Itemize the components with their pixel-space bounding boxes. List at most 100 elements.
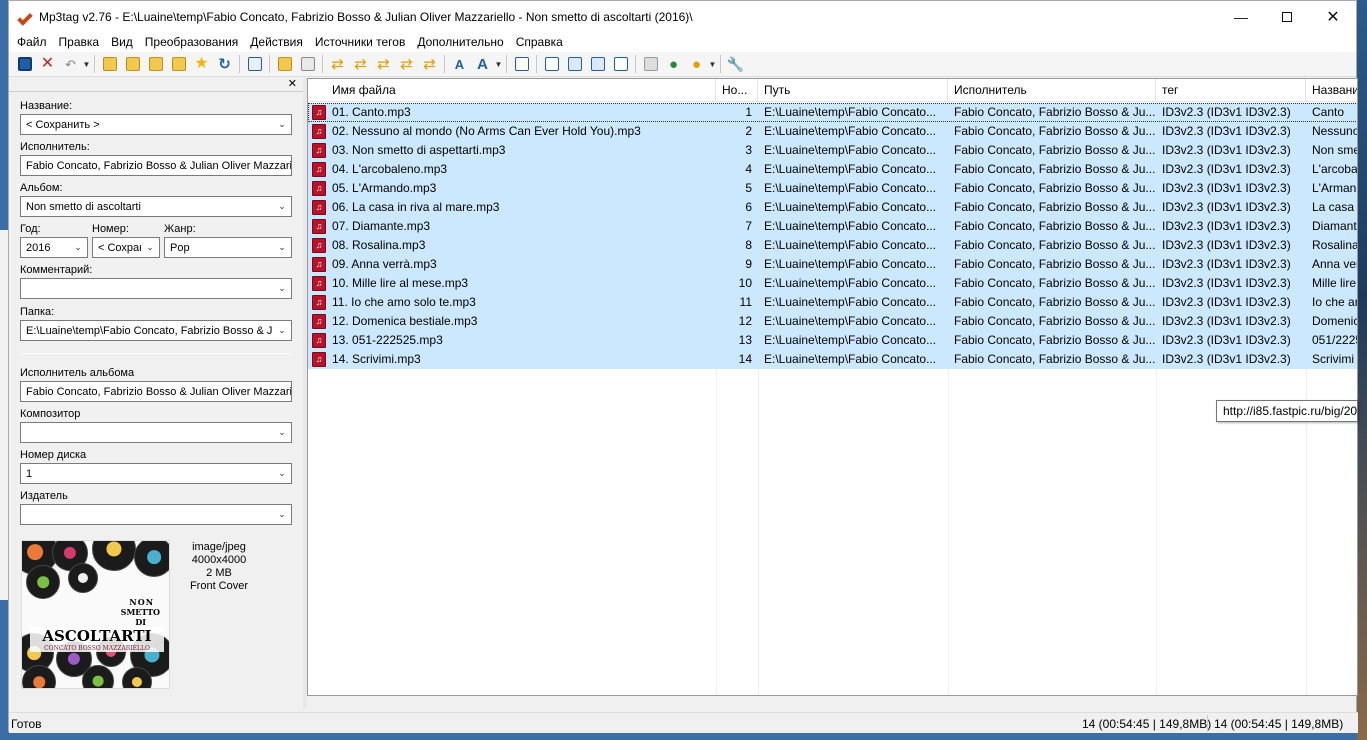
title-field[interactable]: < Сохранить > ⌄ (20, 114, 292, 135)
chevron-down-icon[interactable]: ⌄ (273, 505, 291, 524)
year-value: 2016 (26, 241, 51, 254)
chevron-down-icon[interactable]: ⌄ (141, 238, 159, 257)
chevron-down-icon[interactable]: ⌄ (273, 321, 291, 340)
panel-close-icon[interactable]: ✕ (288, 77, 297, 90)
menu-tag-sources[interactable]: Источники тегов (309, 32, 411, 52)
composer-field[interactable]: ⌄ (20, 422, 292, 443)
artist-field[interactable]: Fabio Concato, Fabrizio Bosso & Julian O… (20, 155, 292, 176)
column-track[interactable]: Но... (716, 79, 758, 102)
publisher-field[interactable]: ⌄ (20, 504, 292, 525)
genre-field[interactable]: Pop ⌄ (164, 237, 292, 258)
table-row[interactable]: ♫ 06. La casa in riva al mare.mp3 6 E:\Luai… (308, 198, 1357, 217)
menu-edit[interactable]: Правка (53, 32, 106, 52)
table-row[interactable]: ♫ 14. Scrivimi.mp3 14 E:\Luaine\temp\Fabio … (308, 350, 1357, 369)
web-source-button[interactable]: ● (662, 53, 685, 75)
extended-tags-button[interactable] (510, 53, 533, 75)
paste-tag-button[interactable] (296, 53, 319, 75)
remove-tag-button[interactable]: ✕ (36, 53, 59, 75)
export-button[interactable] (540, 53, 563, 75)
menu-extra[interactable]: Дополнительно (411, 32, 509, 52)
cell-filename: 08. Rosalina.mp3 (332, 238, 426, 252)
tag-tag-button[interactable]: ⇄ (418, 53, 441, 75)
save-button[interactable] (13, 53, 36, 75)
tag-source-button[interactable] (639, 53, 662, 75)
filename-tag-button[interactable]: ⇄ (349, 53, 372, 75)
chevron-down-icon[interactable]: ⌄ (273, 197, 291, 216)
undo-button[interactable]: ↶ (59, 53, 82, 75)
comment-field[interactable]: ⌄ (20, 278, 292, 299)
table-row[interactable]: ♫ 03. Non smetto di aspettarti.mp3 3 E:\Lua… (308, 141, 1357, 160)
menu-view[interactable]: Вид (105, 32, 139, 52)
folder-field[interactable]: E:\Luaine\temp\Fabio Concato, Fabrizio B… (20, 320, 292, 341)
numbering-button[interactable] (609, 53, 632, 75)
menu-file[interactable]: Файл (11, 32, 53, 52)
column-filename[interactable]: Имя файла (308, 79, 716, 102)
open-folder-button[interactable] (144, 53, 167, 75)
text-tag-button[interactable]: ⇄ (395, 53, 418, 75)
globe-icon: ● (668, 55, 679, 73)
chevron-down-icon[interactable]: ⌄ (273, 423, 291, 442)
tag-sources-dropdown[interactable]: ▼ (708, 60, 717, 69)
track-field[interactable]: < Сохранить > ⌄ (92, 237, 160, 258)
table-row[interactable]: ♫ 01. Canto.mp3 1 E:\Luaine\temp\Fabio Conc… (308, 103, 1357, 122)
playlist-create-button[interactable] (563, 53, 586, 75)
year-field[interactable]: 2016 ⌄ (20, 237, 88, 258)
menu-help[interactable]: Справка (510, 32, 569, 52)
playlist-button[interactable] (167, 53, 190, 75)
table-row[interactable]: ♫ 04. L'arcobaleno.mp3 4 E:\Luaine\temp\Fab… (308, 160, 1357, 179)
select-all-button[interactable] (243, 53, 266, 75)
cover-art[interactable]: NON SMETTO DI ASCOLTARTI CONCATO BOSSO M… (21, 540, 170, 689)
options-button[interactable]: 🔧 (724, 53, 747, 75)
chevron-down-icon[interactable]: ⌄ (273, 238, 291, 257)
chevron-down-icon[interactable]: ⌄ (273, 464, 291, 483)
column-path[interactable]: Путь (758, 79, 948, 102)
actions-button[interactable]: A (448, 53, 471, 75)
table-row[interactable]: ♫ 13. 051-222525.mp3 13 E:\Luaine\temp\Fabi… (308, 331, 1357, 350)
menu-actions[interactable]: Действия (244, 32, 309, 52)
star-icon: ★ (194, 55, 209, 72)
table-row[interactable]: ♫ 09. Anna verrà.mp3 9 E:\Luaine\temp\Fabio… (308, 255, 1357, 274)
table-row[interactable]: ♫ 02. Nessuno al mondo (No Arms Can Ever … (308, 122, 1357, 141)
column-title[interactable]: Названи (1306, 79, 1357, 102)
cell-path: E:\Luaine\temp\Fabio Concato... (764, 257, 937, 271)
toolbar-separator (635, 55, 636, 73)
tag-filename-button[interactable]: ⇄ (326, 53, 349, 75)
column-tag[interactable]: тег (1156, 79, 1306, 102)
menu-convert[interactable]: Преобразования (139, 32, 245, 52)
autonumber-button[interactable] (586, 53, 609, 75)
artist-value: Fabio Concato, Fabrizio Bosso & Julian O… (26, 159, 291, 172)
undo-dropdown[interactable]: ▼ (82, 60, 91, 69)
cover-title: NON SMETTO DI ASCOLTARTI CONCATO BOSSO M… (30, 597, 164, 652)
column-artist[interactable]: Исполнитель (948, 79, 1156, 102)
quick-actions-dropdown[interactable]: ▼ (494, 60, 503, 69)
file-list[interactable]: Имя файла ^ Но... Путь Исполнитель тег Н… (307, 78, 1358, 696)
table-row[interactable]: ♫ 07. Diamante.mp3 7 E:\Luaine\temp\Fabio C… (308, 217, 1357, 236)
cell-title: Domenic (1312, 314, 1358, 328)
minimize-button[interactable]: — (1218, 1, 1264, 32)
freedb-button[interactable]: ● (685, 53, 708, 75)
artist-label: Исполнитель: (20, 141, 90, 153)
close-button[interactable]: ✕ (1310, 1, 1356, 32)
table-row[interactable]: ♫ 11. Io che amo solo te.mp3 11 E:\Luaine\t… (308, 293, 1357, 312)
table-row[interactable]: ♫ 10. Mille lire al mese.mp3 10 E:\Luaine\t… (308, 274, 1357, 293)
album-field[interactable]: Non smetto di ascoltarti ⌄ (20, 196, 292, 217)
table-row[interactable]: ♫ 05. L'Armando.mp3 5 E:\Luaine\temp\Fabio … (308, 179, 1357, 198)
maximize-button[interactable] (1264, 1, 1310, 32)
table-row[interactable]: ♫ 08. Rosalina.mp3 8 E:\Luaine\temp\Fabio C… (308, 236, 1357, 255)
copy-tag-button[interactable] (273, 53, 296, 75)
refresh-button[interactable]: ↻ (213, 53, 236, 75)
disc-field[interactable]: 1 ⌄ (20, 463, 292, 484)
favorite-button[interactable]: ★ (190, 53, 213, 75)
chevron-down-icon[interactable]: ⌄ (273, 279, 291, 298)
table-row[interactable]: ♫ 12. Domenica bestiale.mp3 12 E:\Luaine\te… (308, 312, 1358, 331)
chevron-down-icon[interactable]: ⌄ (69, 238, 87, 257)
cell-track: 1 (745, 105, 752, 119)
chevron-down-icon[interactable]: ⌄ (273, 115, 291, 134)
mp3-file-icon: ♫ (312, 257, 326, 272)
filename-filename-button[interactable]: ⇄ (372, 53, 395, 75)
quick-actions-button[interactable]: A (471, 53, 494, 75)
album-artist-field[interactable]: Fabio Concato, Fabrizio Bosso & Julian O… (20, 381, 292, 402)
toolbar-separator (506, 55, 507, 73)
add-dir-button[interactable] (121, 53, 144, 75)
change-dir-button[interactable] (98, 53, 121, 75)
